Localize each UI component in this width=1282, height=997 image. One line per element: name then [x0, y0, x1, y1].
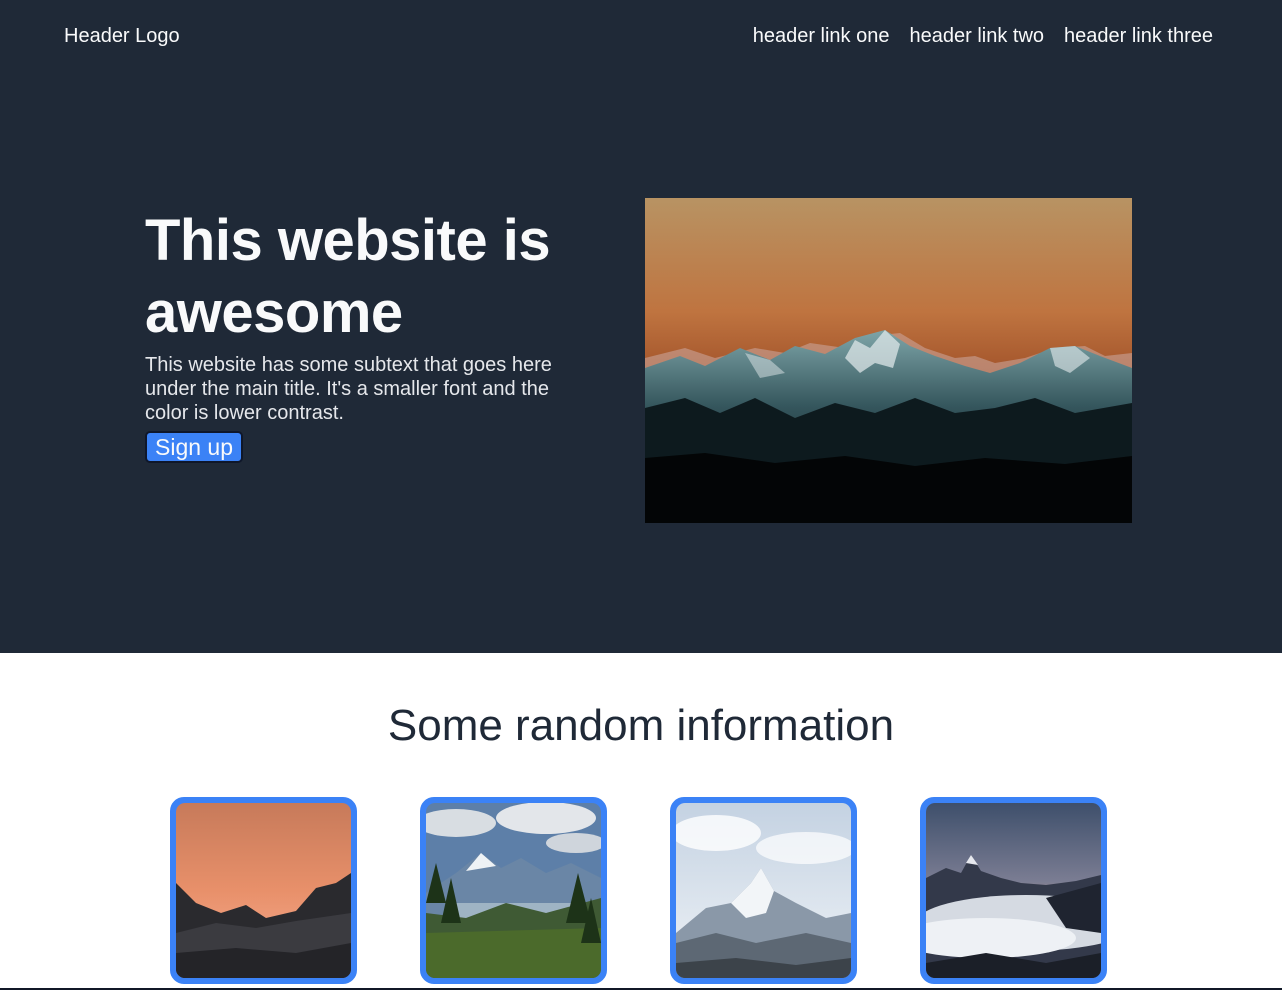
header-logo[interactable]: Header Logo: [64, 24, 180, 48]
nav-link-two[interactable]: header link two: [909, 24, 1044, 48]
card-snow-peak[interactable]: [670, 797, 857, 984]
nav-link-one[interactable]: header link one: [753, 24, 890, 48]
hero-subtext: This website has some subtext that goes …: [145, 354, 552, 424]
nav-links: header link one header link two header l…: [753, 24, 1213, 48]
card-image: [426, 803, 601, 978]
card-image: [676, 803, 851, 978]
hero-title: This website is awesome: [145, 208, 551, 345]
section-title: Some random information: [387, 701, 895, 750]
card-valley-forest[interactable]: [420, 797, 607, 984]
image-cards: [170, 797, 1110, 997]
top-navigation: Header Logo header link one header link …: [0, 0, 1282, 72]
hero-mountain-image: [645, 198, 1132, 523]
hero-section: Header Logo header link one header link …: [0, 0, 1282, 653]
card-cloud-sea[interactable]: [920, 797, 1107, 984]
hero-text-block: This website is awesome This website has…: [145, 205, 585, 463]
card-image: [926, 803, 1101, 978]
card-image: [176, 803, 351, 978]
card-sunset-mountains[interactable]: [170, 797, 357, 984]
nav-link-three[interactable]: header link three: [1064, 24, 1213, 48]
sign-up-button[interactable]: Sign up: [145, 431, 244, 463]
